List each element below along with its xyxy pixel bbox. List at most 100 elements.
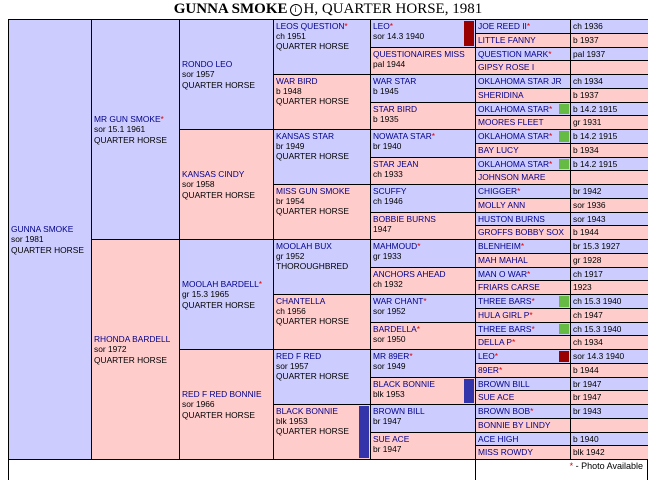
horse-link[interactable]: JOE REED II* bbox=[478, 21, 568, 31]
horse-link[interactable]: CHANTELLA bbox=[276, 296, 368, 306]
horse-link[interactable]: RED F RED BONNIE bbox=[182, 389, 271, 399]
horse-link[interactable]: STAR BIRD bbox=[373, 104, 473, 114]
horse-link[interactable]: THREE BARS* bbox=[478, 296, 568, 306]
horse-link[interactable]: MOOLAH BUX bbox=[276, 241, 368, 251]
pedigree-detail-johnson-mare bbox=[571, 171, 648, 184]
horse-link[interactable]: BOBBIE BURNS bbox=[373, 214, 473, 224]
pedigree-cell-moolah-bux: MOOLAH BUX gr 1952 THOROUGHBRED bbox=[274, 240, 370, 294]
horse-link[interactable]: OKLAHOMA STAR* bbox=[478, 104, 568, 114]
pedigree-cell-blenheim: BLENHEIM* bbox=[476, 240, 570, 253]
horse-link[interactable]: SCUFFY bbox=[373, 186, 473, 196]
horse-link[interactable]: KANSAS STAR bbox=[276, 131, 368, 141]
horse-link[interactable]: WAR CHANT* bbox=[373, 296, 473, 306]
horse-link[interactable]: MAH MAHAL bbox=[478, 255, 568, 265]
pedigree-cell-anchors-ahead: ANCHORS AHEAD ch 1932 bbox=[371, 268, 475, 294]
horse-link[interactable]: LEO* bbox=[478, 351, 568, 361]
horse-link[interactable]: MR 89ER* bbox=[373, 351, 473, 361]
pedigree-cell-three-bars: THREE BARS* bbox=[476, 323, 570, 335]
horse-link[interactable]: FRIARS CARSE bbox=[478, 282, 568, 292]
pedigree-detail-groffs-bobby-sox: b 1944 bbox=[571, 226, 648, 239]
horse-details: ch 1947 bbox=[573, 310, 603, 320]
horse-link[interactable]: BAY LUCY bbox=[478, 145, 568, 155]
horse-link[interactable]: BLENHEIM* bbox=[478, 241, 568, 251]
horse-link[interactable]: ANCHORS AHEAD bbox=[373, 269, 473, 279]
horse-details: sor 14.3 1940 bbox=[573, 351, 625, 361]
horse-link[interactable]: QUESTIONAIRES MISS bbox=[373, 49, 473, 59]
pedigree-cell-rhonda-bardell: RHONDA BARDELL sor 1972 QUARTER HORSE bbox=[92, 240, 179, 459]
horse-link[interactable]: RONDO LEO bbox=[182, 59, 271, 69]
horse-link[interactable]: STAR JEAN bbox=[373, 159, 473, 169]
pedigree-cell-mah-mahal: MAH MAHAL bbox=[476, 254, 570, 267]
horse-link[interactable]: KANSAS CINDY bbox=[182, 169, 271, 179]
pedigree-cell-question-mark: QUESTION MARK* bbox=[476, 48, 570, 60]
horse-link[interactable]: MOORES FLEET bbox=[478, 117, 568, 127]
info-circle-icon[interactable]: i bbox=[289, 4, 302, 16]
horse-link[interactable]: GUNNA SMOKE bbox=[11, 224, 89, 234]
pedigree-cell-brown-bill: BROWN BILL br 1947 bbox=[371, 405, 475, 432]
horse-link[interactable]: JOHNSON MARE bbox=[478, 172, 568, 182]
horse-link[interactable]: MISS GUN SMOKE bbox=[276, 186, 368, 196]
horse-details: QUARTER HORSE bbox=[276, 426, 349, 437]
horse-link[interactable]: OKLAHOMA STAR JR bbox=[478, 76, 568, 86]
horse-link[interactable]: LEO* bbox=[373, 21, 473, 31]
horse-link[interactable]: WAR BIRD bbox=[276, 76, 368, 86]
pedigree-cell-scuffy: SCUFFY ch 1946 bbox=[371, 185, 475, 212]
horse-link[interactable]: QUESTION MARK* bbox=[478, 49, 568, 59]
horse-link[interactable]: HULA GIRL P* bbox=[478, 310, 568, 320]
horse-link[interactable]: WAR STAR bbox=[373, 76, 473, 86]
horse-details: QUARTER HORSE bbox=[182, 189, 255, 200]
pedigree-cell-leo: LEO* bbox=[476, 350, 570, 363]
horse-link[interactable]: GROFFS BOBBY SOX bbox=[478, 227, 568, 237]
pedigree-detail-little-fanny: b 1937 bbox=[571, 34, 648, 47]
pedigree-cell-joe-reed-ii: JOE REED II* bbox=[476, 20, 570, 33]
horse-link[interactable]: MAN O WAR* bbox=[478, 269, 568, 279]
horse-details: sor 1957 bbox=[276, 361, 309, 372]
pedigree-cell-chigger: CHIGGER* bbox=[476, 185, 570, 198]
horse-link[interactable]: MAHMOUD* bbox=[373, 241, 473, 251]
pedigree-detail-blenheim: br 15.3 1927 bbox=[571, 240, 648, 253]
horse-link[interactable]: LEOS QUESTION* bbox=[276, 21, 368, 31]
horse-link[interactable]: BROWN BILL bbox=[478, 379, 568, 389]
horse-link[interactable]: OKLAHOMA STAR* bbox=[478, 159, 568, 169]
horse-details: ch 1934 bbox=[573, 76, 603, 86]
horse-link[interactable]: SHERIDINA bbox=[478, 90, 568, 100]
horse-details: br 1947 bbox=[573, 392, 602, 402]
horse-link[interactable]: BROWN BOB* bbox=[478, 406, 568, 416]
pedigree-cell-kansas-star: KANSAS STAR br 1949 QUARTER HORSE bbox=[274, 130, 370, 184]
horse-link[interactable]: THREE BARS* bbox=[478, 324, 568, 334]
pedigree-detail-ace-high: b 1940 bbox=[571, 433, 648, 445]
pedigree-cell-molly-ann: MOLLY ANN bbox=[476, 199, 570, 212]
horse-link[interactable]: 89ER* bbox=[478, 365, 568, 375]
pedigree-cell-miss-rowdy: MISS ROWDY bbox=[476, 446, 570, 459]
horse-link[interactable]: OKLAHOMA STAR* bbox=[478, 131, 568, 141]
horse-link[interactable]: BROWN BILL bbox=[373, 406, 473, 416]
pedigree-cell-black-bonnie: BLACK BONNIE blk 1953 bbox=[371, 378, 475, 404]
horse-details: sor 1966 bbox=[182, 399, 215, 410]
horse-details: pal 1944 bbox=[373, 59, 406, 70]
pedigree-detail-man-o-war: ch 1917 bbox=[571, 268, 648, 280]
horse-link[interactable]: NOWATA STAR* bbox=[373, 131, 473, 141]
horse-link[interactable]: BLACK BONNIE bbox=[276, 406, 368, 416]
pedigree-detail-brown-bob: br 1943 bbox=[571, 405, 648, 418]
horse-link[interactable]: LITTLE FANNY bbox=[478, 35, 568, 45]
horse-link[interactable]: RHONDA BARDELL bbox=[94, 334, 177, 344]
horse-details: blk 1953 bbox=[373, 389, 405, 400]
horse-link[interactable]: HUSTON BURNS bbox=[478, 214, 568, 224]
horse-link[interactable]: MOLLY ANN bbox=[478, 200, 568, 210]
horse-details: QUARTER HORSE bbox=[182, 409, 255, 420]
horse-link[interactable]: GIPSY ROSE I bbox=[478, 62, 568, 72]
horse-link[interactable]: BARDELLA* bbox=[373, 324, 473, 334]
horse-link[interactable]: ACE HIGH bbox=[478, 434, 568, 444]
horse-link[interactable]: DELLA P* bbox=[478, 337, 568, 347]
horse-link[interactable]: RED F RED bbox=[276, 351, 368, 361]
horse-link[interactable]: CHIGGER* bbox=[478, 186, 568, 196]
pedigree-cell-mr-89er: MR 89ER* sor 1949 bbox=[371, 350, 475, 377]
horse-link[interactable]: MISS ROWDY bbox=[478, 447, 568, 457]
horse-link[interactable]: MOOLAH BARDELL* bbox=[182, 279, 271, 289]
horse-link[interactable]: SUE ACE bbox=[478, 392, 568, 402]
horse-link[interactable]: SUE ACE bbox=[373, 434, 473, 444]
horse-link[interactable]: BLACK BONNIE bbox=[373, 379, 473, 389]
pedigree-detail-huston-burns: sor 1943 bbox=[571, 213, 648, 225]
horse-link[interactable]: BONNIE BY LINDY bbox=[478, 420, 568, 430]
horse-link[interactable]: MR GUN SMOKE* bbox=[94, 114, 177, 124]
